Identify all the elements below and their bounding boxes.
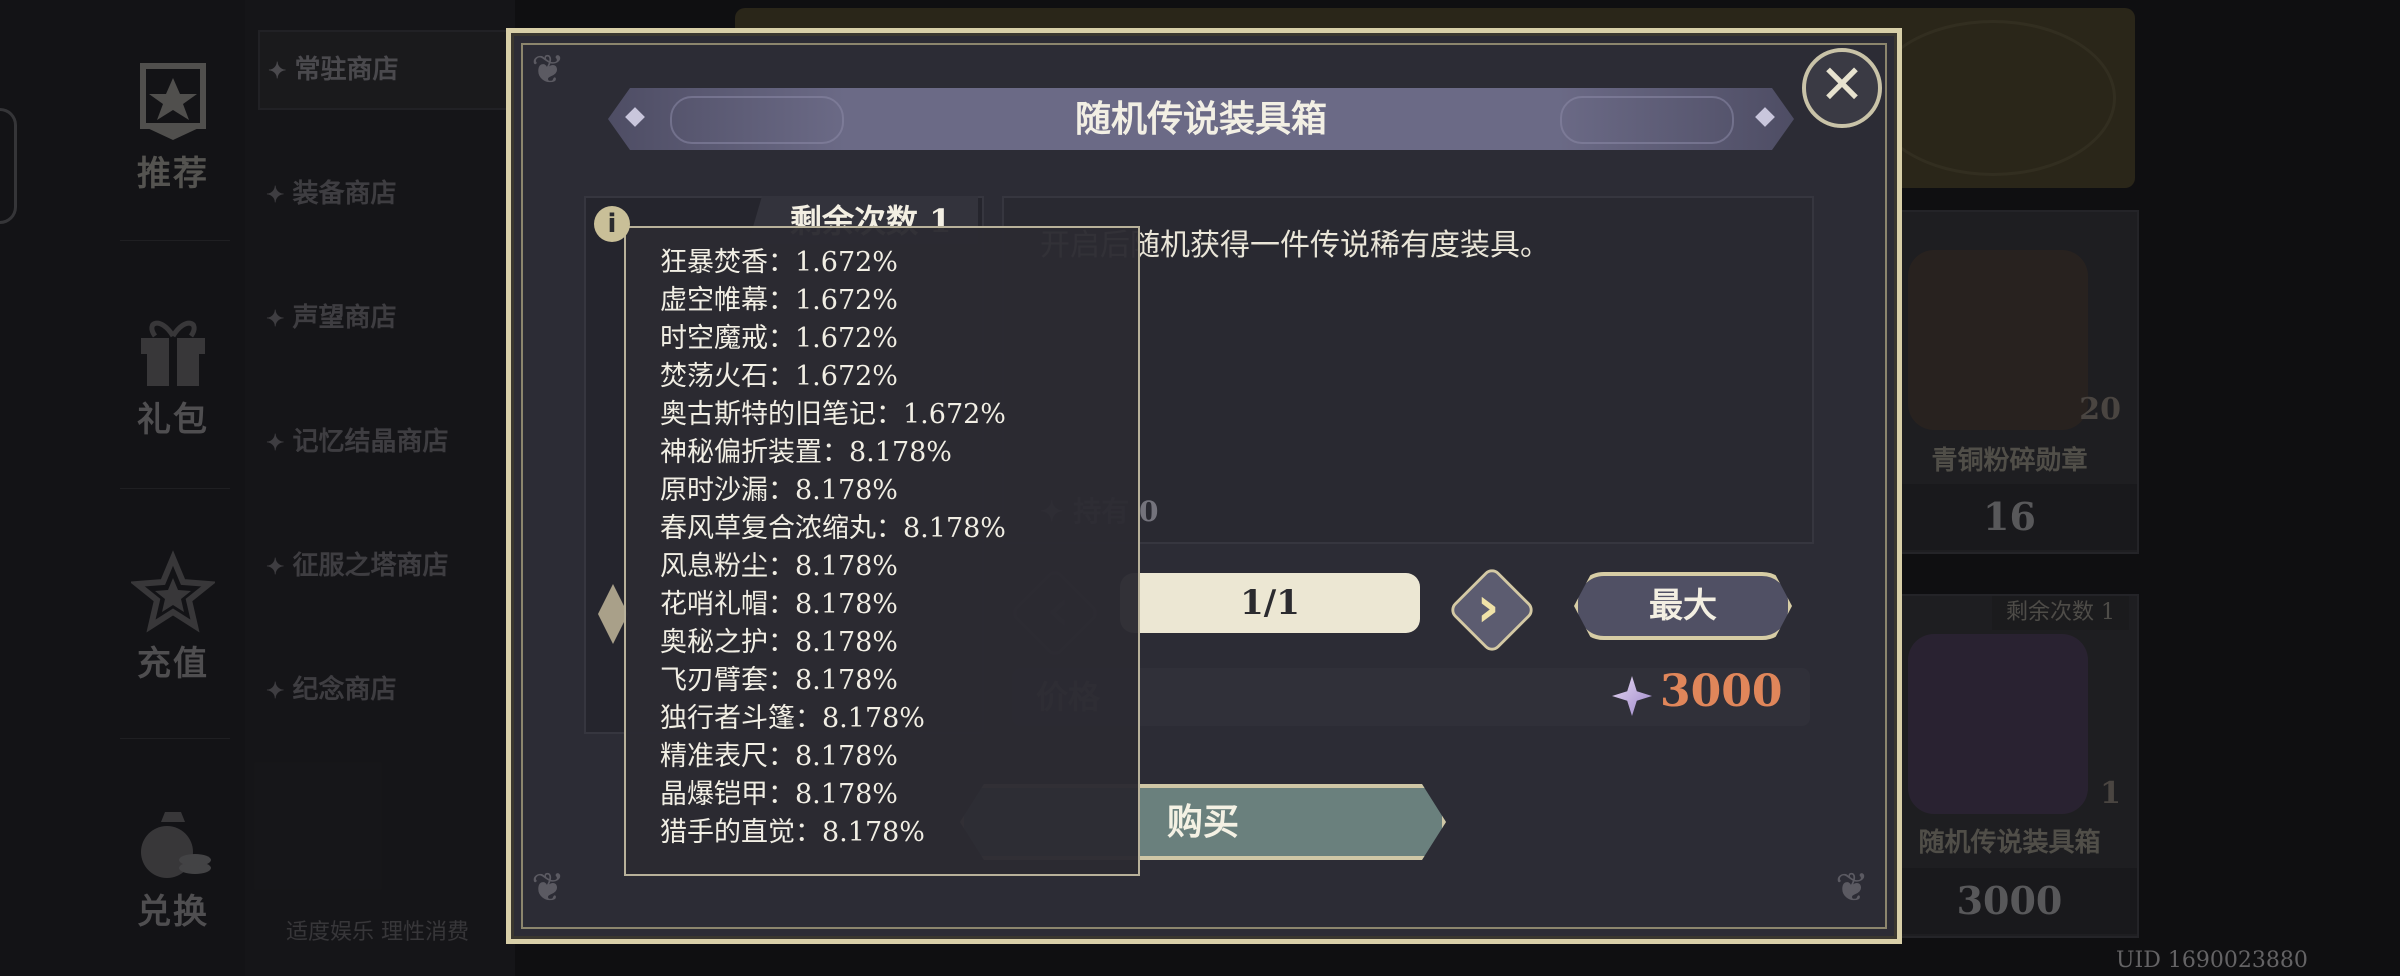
drop-rate-item: 晶爆铠甲：8.178% — [660, 779, 898, 810]
drop-rate-list: 狂暴焚香：1.672% 虚空帷幕：1.672% 时空魔戒：1.672% 焚荡火石… — [660, 244, 1006, 852]
drop-rate-item: 奥古斯特的旧笔记：1.672% — [660, 399, 1006, 430]
drop-rate-item: 神秘偏折装置：8.178% — [660, 437, 952, 468]
close-button[interactable]: ✕ — [1802, 48, 1882, 128]
price-value: 3000 — [1660, 666, 1783, 717]
corner-ornament: ❦ — [531, 47, 565, 93]
corner-ornament: ❦ — [1835, 865, 1869, 911]
max-button-label: 最大 — [1649, 586, 1717, 626]
corner-ornament: ❦ — [531, 865, 565, 911]
info-icon[interactable]: i — [594, 206, 630, 242]
drop-rate-item: 狂暴焚香：1.672% — [660, 247, 898, 278]
drop-rate-item: 飞刃臂套：8.178% — [660, 665, 898, 696]
drop-rate-item: 花哨礼帽：8.178% — [660, 589, 898, 620]
drop-rate-item: 时空魔戒：1.672% — [660, 323, 898, 354]
drop-rate-item: 猎手的直觉：8.178% — [660, 817, 925, 848]
drop-rate-item: 独行者斗篷：8.178% — [660, 703, 925, 734]
drop-rate-item: 奥秘之护：8.178% — [660, 627, 898, 658]
drop-rate-item: 春风草复合浓缩丸：8.178% — [660, 513, 1006, 544]
drop-rate-item: 风息粉尘：8.178% — [660, 551, 898, 582]
drop-rate-item: 虚空帷幕：1.672% — [660, 285, 898, 316]
drop-rate-item: 精准表尺：8.178% — [660, 741, 898, 772]
chevron-right-icon: › — [1476, 575, 1500, 640]
drop-rate-item: 原时沙漏：8.178% — [660, 475, 898, 506]
quantity-value: 1/1 — [1240, 583, 1300, 623]
dialog-title: 随机传说装具箱 — [1074, 98, 1327, 140]
drop-rate-item: 焚荡火石：1.672% — [660, 361, 898, 392]
